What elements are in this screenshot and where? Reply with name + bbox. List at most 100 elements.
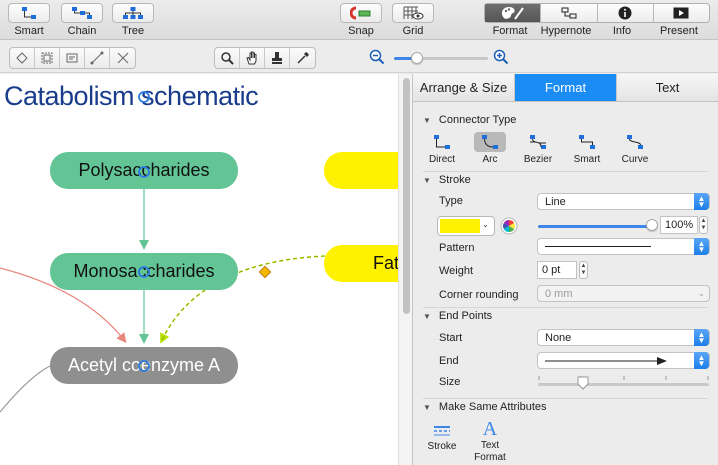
select-arrows-icon: ▲ ▼ bbox=[694, 329, 709, 346]
color-wheel-icon[interactable] bbox=[500, 217, 518, 235]
app-window: Smart Chain Tree Snap Grid Format Hypern… bbox=[0, 0, 718, 465]
zoom-in-icon[interactable] bbox=[493, 49, 509, 65]
chevron-down-icon: ⌄ bbox=[482, 220, 489, 229]
stroke-weight-stepper[interactable]: ▲ ▼ bbox=[579, 261, 588, 279]
connector-tools-group bbox=[9, 47, 136, 69]
group-tool-button[interactable] bbox=[35, 48, 60, 68]
connector-midpoint-handle[interactable] bbox=[258, 265, 272, 279]
stroke-lines-icon bbox=[434, 426, 450, 436]
bezier-label: Bezier bbox=[523, 154, 553, 165]
start-endpoint-select[interactable]: None ▲ ▼ bbox=[537, 329, 710, 346]
info-label: Info bbox=[612, 25, 632, 37]
connector-type-section-header[interactable]: ▼ Connector Type bbox=[423, 114, 516, 126]
connector-type-direct[interactable]: Direct bbox=[422, 132, 462, 165]
node-yellow-top[interactable] bbox=[324, 152, 398, 189]
curve-label: Curve bbox=[621, 154, 649, 165]
connector-type-bezier[interactable]: Bezier bbox=[518, 132, 558, 165]
disclosure-triangle-icon: ▼ bbox=[423, 402, 431, 412]
line-tool-button[interactable] bbox=[85, 48, 110, 68]
connector-type-arc[interactable]: Arc bbox=[470, 132, 510, 165]
stroke-weight-field[interactable]: 0 pt bbox=[537, 261, 577, 279]
connector-tool-button[interactable] bbox=[110, 48, 135, 68]
connector-type-heading: Connector Type bbox=[438, 114, 517, 126]
present-button[interactable] bbox=[654, 4, 709, 22]
grid-button[interactable]: Grid bbox=[392, 3, 434, 37]
end-points-heading: End Points bbox=[438, 310, 493, 322]
tab-arrange-size[interactable]: Arrange & Size bbox=[413, 74, 515, 101]
info-icon bbox=[618, 6, 632, 20]
magnifier-icon bbox=[221, 52, 234, 65]
main-toolbar: Smart Chain Tree Snap Grid Format Hypern… bbox=[0, 0, 718, 40]
format-button[interactable] bbox=[485, 4, 542, 22]
tree-button[interactable]: Tree bbox=[112, 3, 154, 37]
end-endpoint-select[interactable]: ▲ ▼ bbox=[537, 352, 710, 369]
frame-tool-button[interactable] bbox=[60, 48, 85, 68]
stroke-opacity-slider[interactable] bbox=[538, 225, 656, 228]
connector-icon bbox=[117, 52, 128, 64]
endpoint-size-knob[interactable] bbox=[577, 376, 589, 390]
make-same-text-format-button[interactable]: A Text Format bbox=[467, 419, 513, 464]
eyedropper-icon bbox=[296, 52, 309, 64]
text-format-label-line2: Format bbox=[474, 452, 506, 463]
zoom-slider[interactable] bbox=[394, 52, 488, 64]
stroke-type-value: Line bbox=[545, 195, 566, 208]
stroke-type-select[interactable]: Line ▲ ▼ bbox=[537, 193, 710, 210]
stamp-tool-button[interactable] bbox=[265, 48, 290, 68]
stroke-opacity-knob[interactable] bbox=[646, 219, 658, 231]
zoom-tool-button[interactable] bbox=[215, 48, 240, 68]
snap-label: Snap bbox=[348, 25, 374, 37]
hypernote-button[interactable] bbox=[541, 4, 598, 22]
smart-connector-icon bbox=[571, 132, 603, 152]
palette-icon bbox=[501, 7, 524, 20]
endpoint-size-slider[interactable] bbox=[538, 383, 709, 386]
smart-connector-label: Smart bbox=[573, 154, 601, 165]
tab-format[interactable]: Format bbox=[515, 74, 617, 101]
connector-left-curve[interactable] bbox=[0, 365, 51, 413]
select-arrows-icon: ▲ ▼ bbox=[694, 352, 709, 369]
stroke-opacity-value: 100% bbox=[665, 219, 694, 231]
tree-icon bbox=[112, 3, 154, 23]
stroke-opacity-field[interactable]: 100% bbox=[660, 216, 698, 234]
connection-point-icon bbox=[138, 166, 150, 178]
stroke-heading: Stroke bbox=[438, 174, 471, 186]
make-same-stroke-label: Stroke bbox=[427, 441, 457, 452]
panel-tabs: Arrange & Size Format Text bbox=[413, 74, 718, 102]
rotate-tool-button[interactable] bbox=[10, 48, 35, 68]
stroke-color-well[interactable]: ⌄ bbox=[437, 216, 495, 236]
hypernote-label: Hypernote bbox=[540, 25, 592, 37]
chain-label: Chain bbox=[67, 25, 97, 37]
make-same-heading: Make Same Attributes bbox=[438, 401, 547, 413]
frame-icon bbox=[66, 53, 78, 63]
hypernote-icon bbox=[561, 7, 577, 19]
connector-type-smart[interactable]: Smart bbox=[567, 132, 607, 165]
curve-connector-icon bbox=[619, 132, 651, 152]
stroke-type-label: Type bbox=[439, 195, 463, 207]
info-button[interactable] bbox=[598, 4, 654, 22]
corner-rounding-label: Corner rounding bbox=[439, 289, 519, 301]
canvas-scroll-thumb[interactable] bbox=[403, 78, 410, 314]
diagram-canvas[interactable]: Catabolism schematic Polysaccharides Mon… bbox=[0, 74, 398, 465]
make-same-section-header[interactable]: ▼ Make Same Attributes bbox=[423, 401, 547, 413]
start-label: Start bbox=[439, 332, 463, 344]
stroke-opacity-stepper[interactable]: ▲ ▼ bbox=[699, 216, 708, 234]
stamp-icon bbox=[272, 52, 282, 64]
eyedropper-tool-button[interactable] bbox=[290, 48, 315, 68]
stroke-weight-value: 0 pt bbox=[542, 264, 561, 276]
zoom-out-icon[interactable] bbox=[369, 49, 385, 65]
make-same-stroke-button[interactable]: Stroke bbox=[419, 425, 465, 453]
node-fat[interactable]: Fat bbox=[324, 245, 398, 282]
end-points-section-header[interactable]: ▼ End Points bbox=[423, 310, 492, 322]
format-label: Format bbox=[492, 25, 528, 37]
snap-button[interactable]: Snap bbox=[340, 3, 382, 37]
chain-button[interactable]: Chain bbox=[61, 3, 103, 37]
connector-type-curve[interactable]: Curve bbox=[615, 132, 655, 165]
tab-text[interactable]: Text bbox=[617, 74, 718, 101]
zoom-slider-knob[interactable] bbox=[411, 52, 423, 64]
canvas-vertical-scrollbar[interactable] bbox=[398, 74, 412, 465]
stroke-section-header[interactable]: ▼ Stroke bbox=[423, 174, 471, 186]
hand-tool-button[interactable] bbox=[240, 48, 265, 68]
stroke-pattern-select[interactable]: ▲ ▼ bbox=[537, 238, 710, 255]
tree-label: Tree bbox=[121, 25, 145, 37]
smart-button[interactable]: Smart bbox=[8, 3, 50, 37]
page-title[interactable]: Catabolism schematic bbox=[4, 81, 259, 112]
